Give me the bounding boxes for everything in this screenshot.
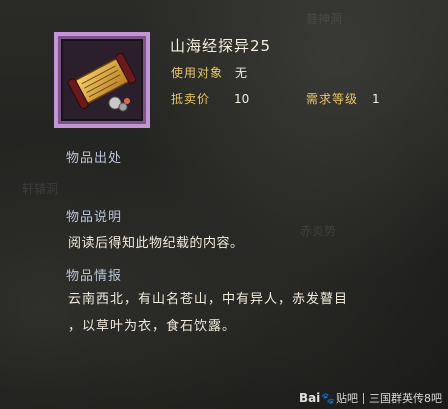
- paw-icon: 🐾: [321, 391, 335, 405]
- description-section-title: 物品说明: [66, 210, 123, 225]
- forum-name: 三国群英传8吧: [369, 392, 442, 405]
- baidu-logo-text: Bai: [298, 391, 321, 405]
- watermark: Bai 🐾 贴吧 三国群英传8吧: [299, 390, 442, 406]
- scroll-icon: [63, 41, 141, 119]
- description-text: 阅读后得知此物纪载的内容。: [68, 236, 244, 251]
- background-map-label: 轩辕洞: [22, 182, 59, 196]
- level-row: 需求等级 1: [306, 90, 380, 107]
- usage-label: 使用对象: [171, 66, 224, 80]
- divider: [363, 392, 364, 404]
- usage-value: 无: [235, 66, 248, 80]
- item-tooltip: 普神洞 轩辕洞 赤炎势 山海经探异25 使用对象 无 抵卖价 10 需求等级 1…: [0, 0, 448, 409]
- background-map-label: 普神洞: [306, 12, 343, 26]
- level-label: 需求等级: [306, 92, 359, 106]
- usage-row: 使用对象 无: [171, 64, 247, 81]
- lore-line: ，以草叶为衣，食石饮露。: [68, 319, 237, 334]
- price-label: 抵卖价: [171, 92, 211, 106]
- lore-line: 云南西北，有山名苍山，中有异人，赤发瞽目: [68, 292, 349, 307]
- price-value: 10: [234, 91, 250, 106]
- lore-section-title: 物品情报: [66, 269, 123, 284]
- price-row: 抵卖价 10: [171, 90, 249, 107]
- source-section-title: 物品出处: [66, 151, 123, 166]
- tieba-logo-text: 贴吧: [336, 392, 358, 405]
- background-map-label: 赤炎势: [300, 224, 337, 238]
- item-name: 山海经探异25: [170, 37, 272, 55]
- level-value: 1: [372, 91, 380, 106]
- item-icon-frame: [54, 32, 150, 128]
